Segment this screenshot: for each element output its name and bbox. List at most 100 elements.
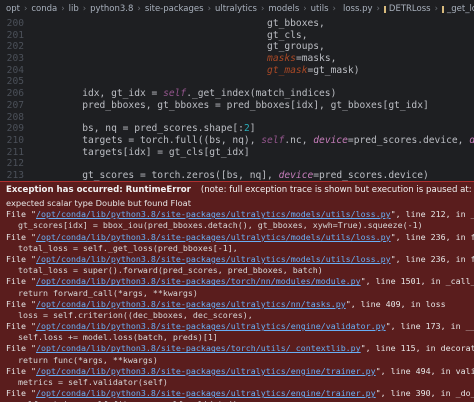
symbol-icon: [383, 5, 386, 13]
traceback-frame: File "/opt/conda/lib/python3.8/site-pack…: [6, 299, 468, 310]
traceback-source-line: return func(*args, **kwargs): [18, 354, 158, 365]
traceback-source-line: metrics = self.validator(self): [18, 377, 168, 388]
line-number: 207: [6, 99, 24, 111]
code-line[interactable]: 212: [0, 158, 474, 170]
code-token: gt_groups,: [36, 41, 325, 53]
traceback-source-line: gt_scores[idx] = bbox_iou(pred_bboxes.de…: [18, 220, 423, 231]
traceback-file-prefix: File ": [6, 209, 36, 220]
code-token: gt_mask: [267, 64, 308, 76]
code-token: ._get_index(match_indices): [186, 88, 337, 100]
traceback-frame: File "/opt/conda/lib/python3.8/site-pack…: [6, 232, 474, 243]
code-token: dtype: [469, 135, 474, 146]
exception-panel: Exception has occurred: RuntimeError (no…: [0, 181, 474, 402]
code-line[interactable]: 207 pred_bboxes, gt_bboxes = pred_bboxes…: [0, 100, 474, 112]
code-line[interactable]: 204 gt_mask=gt_mask): [0, 65, 474, 77]
breadcrumb-item[interactable]: opt: [6, 4, 20, 14]
code-text: gt_cls,: [36, 30, 307, 42]
breadcrumb-item[interactable]: ultralytics: [215, 4, 257, 14]
traceback-file-link[interactable]: /opt/conda/lib/python3.8/site-packages/t…: [36, 343, 361, 353]
code-text: gt_groups,: [36, 41, 325, 53]
breadcrumb-item[interactable]: site-packages: [145, 4, 204, 14]
code-line[interactable]: 203 masks=masks,: [0, 53, 474, 65]
code-token: gt_bboxes,: [36, 18, 325, 29]
breadcrumb-item[interactable]: utils: [311, 4, 329, 14]
line-number: 205: [6, 76, 24, 88]
code-token: =pred_scores.device): [313, 169, 429, 181]
traceback-file-prefix: File ": [6, 253, 36, 264]
breadcrumb-item[interactable]: _get_loss: [447, 4, 474, 14]
code-line[interactable]: 213 gt_scores = torch.zeros([bs, nq], de…: [0, 170, 474, 181]
line-number: 210: [6, 134, 24, 146]
code-line[interactable]: 202 gt_groups,: [0, 41, 474, 53]
traceback-source-line: total_loss = super().forward(pred_scores…: [18, 265, 323, 276]
code-line[interactable]: 210 targets = torch.full((bs, nq), self.…: [0, 135, 474, 147]
breadcrumb-item[interactable]: loss.py: [343, 4, 373, 14]
traceback-location: , line 236, in forward: [395, 231, 474, 242]
code-token: =masks,: [295, 53, 337, 65]
code-token: pred_bboxes, gt_bboxes = pred_bboxes[idx…: [36, 99, 429, 111]
traceback-file-link[interactable]: /opt/conda/lib/python3.8/site-packages/t…: [36, 276, 361, 286]
line-number: 204: [6, 64, 24, 76]
breadcrumb-item[interactable]: DETRLoss: [389, 4, 431, 14]
code-text: gt_mask=gt_mask): [36, 65, 359, 77]
line-number: 211: [6, 146, 24, 158]
traceback-file-link[interactable]: /opt/conda/lib/python3.8/site-packages/u…: [36, 254, 391, 264]
traceback-frame: File "/opt/conda/lib/python3.8/site-pack…: [6, 253, 474, 265]
breadcrumb-separator-icon: ›: [376, 4, 380, 14]
traceback-source-line: self.loss += model.loss(batch, preds)[1]: [18, 332, 218, 343]
breadcrumb-separator-icon: ›: [332, 4, 336, 14]
code-token: idx, gt_idx =: [36, 88, 164, 100]
traceback-file-link[interactable]: /opt/conda/lib/python3.8/site-packages/u…: [36, 299, 346, 309]
traceback-file-prefix: File ": [6, 276, 36, 287]
code-token: bs, nq = pred_scores.shape[:: [36, 123, 244, 135]
traceback-location: , line 409, in loss: [350, 298, 446, 309]
code-text: idx, gt_idx = self._get_index(match_indi…: [36, 88, 336, 100]
line-number: 201: [6, 29, 24, 41]
traceback-file-link[interactable]: /opt/conda/lib/python3.8/site-packages/u…: [36, 388, 376, 398]
breadcrumb-separator-icon: ›: [61, 4, 65, 14]
line-number: 208: [6, 111, 24, 123]
traceback-file-link[interactable]: /opt/conda/lib/python3.8/site-packages/u…: [36, 232, 391, 242]
traceback-file-prefix: File ": [6, 321, 36, 332]
breadcrumb-separator-icon: ›: [82, 4, 87, 14]
code-line[interactable]: 206 idx, gt_idx = self._get_index(match_…: [0, 88, 474, 100]
breadcrumb-separator-icon: ›: [303, 4, 307, 14]
code-text: targets = torch.full((bs, nq), self.nc, …: [36, 135, 474, 147]
traceback-frame: File "/opt/conda/lib/python3.8/site-pack…: [6, 209, 474, 220]
code-editor[interactable]: 200 gt_bboxes, 201 gt_cls, 202 gt_groups, 2…: [0, 18, 474, 181]
traceback-file-link[interactable]: /opt/conda/lib/python3.8/site-packages/u…: [36, 209, 391, 219]
line-number: 212: [6, 158, 24, 170]
traceback-source-line: loss = self.criterion((dec_bboxes, dec_s…: [18, 309, 253, 320]
breadcrumb-item[interactable]: models: [268, 4, 299, 14]
code-token: device: [278, 169, 314, 181]
traceback-file-prefix: File ": [6, 388, 36, 399]
traceback-frame: File "/opt/conda/lib/python3.8/site-pack…: [6, 343, 474, 354]
traceback-file-link[interactable]: /opt/conda/lib/python3.8/site-packages/u…: [36, 321, 386, 331]
code-line[interactable]: 201 gt_cls,: [0, 30, 474, 42]
traceback-file-link[interactable]: /opt/conda/lib/python3.8/site-packages/u…: [36, 366, 376, 376]
traceback-location: , line 390, in _do_train: [380, 388, 474, 399]
breadcrumb-separator-icon: ›: [137, 4, 141, 14]
code-token: targets[idx] = gt_cls[gt_idx]: [36, 146, 250, 158]
code-line[interactable]: 205: [0, 76, 474, 88]
code-line[interactable]: 200 gt_bboxes,: [0, 18, 474, 30]
traceback-source-line: total_loss = self._get_loss(pred_bboxes[…: [18, 242, 238, 253]
traceback-file-prefix: File ": [6, 298, 36, 309]
traceback-location: , line 1501, in _call_impl: [365, 276, 474, 287]
code-line[interactable]: 208: [0, 112, 474, 124]
line-number: 213: [6, 169, 24, 181]
breadcrumb-item[interactable]: conda: [31, 4, 57, 14]
traceback-location: , line 115, in decorate_context: [365, 343, 474, 354]
code-text: targets[idx] = gt_cls[gt_idx]: [36, 147, 250, 159]
breadcrumb-separator-icon: ›: [434, 4, 438, 14]
code-line[interactable]: 209 bs, nq = pred_scores.shape[:2]: [0, 123, 474, 135]
line-number: 206: [6, 88, 24, 100]
breadcrumb-separator-icon: ›: [207, 4, 211, 14]
code-line[interactable]: 211 targets[idx] = gt_cls[gt_idx]: [0, 147, 474, 159]
code-text: pred_bboxes, gt_bboxes = pred_bboxes[idx…: [36, 100, 429, 112]
code-token: ]: [249, 123, 256, 135]
breadcrumb-item[interactable]: lib: [69, 4, 79, 14]
breadcrumb-item[interactable]: python3.8: [90, 4, 133, 14]
